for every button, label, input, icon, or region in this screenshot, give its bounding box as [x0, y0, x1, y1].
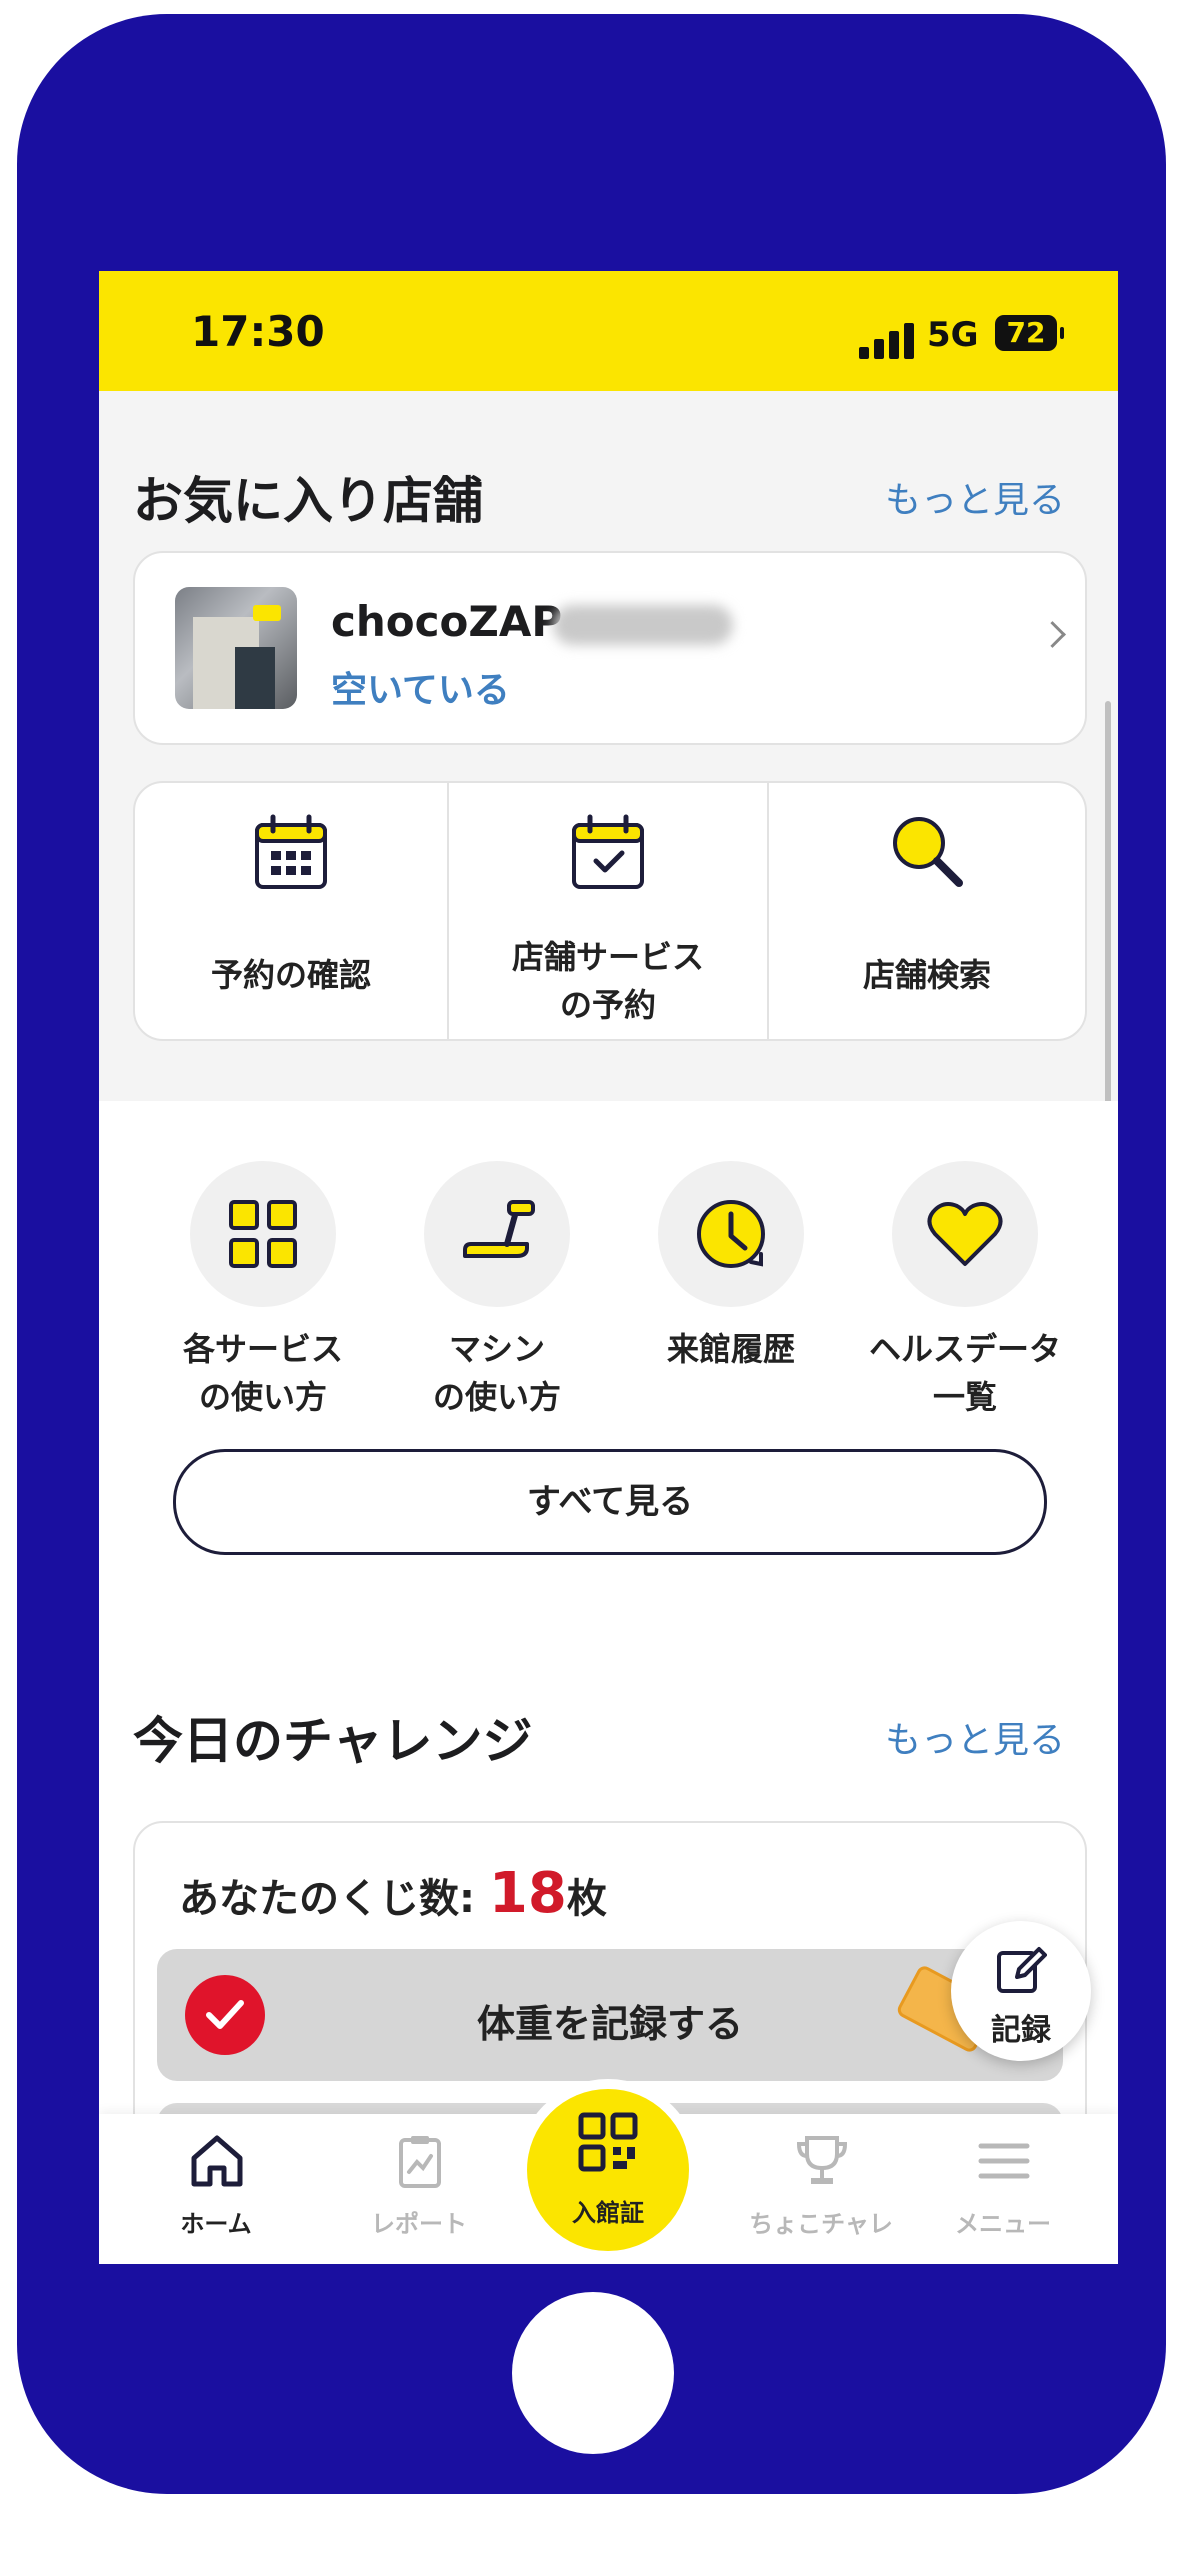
tab-report-label: レポート — [371, 2210, 467, 2238]
heart-icon — [927, 1202, 1003, 1266]
status-bar: 17:30 5G 72 — [99, 271, 1118, 391]
store-photo — [175, 587, 297, 709]
edit-icon — [997, 1947, 1047, 1993]
lottery-prefix: あなたのくじ数: — [179, 1876, 489, 1922]
tab-choco-challenge-label: ちょこチャレ — [749, 2210, 893, 2238]
tab-checkin-label: 入館証 — [572, 2199, 644, 2227]
trophy-icon — [796, 2136, 848, 2184]
machine-howto-button[interactable]: マシン の使い方 — [387, 1161, 607, 1421]
record-weight-task[interactable]: 体重を記録する — [157, 1949, 1063, 2081]
favorites-title: お気に入り店舗 — [133, 472, 483, 530]
treadmill-icon — [463, 1200, 535, 1258]
report-icon — [399, 2136, 441, 2188]
challenge-title: 今日のチャレンジ — [133, 1712, 533, 1770]
record-fab-button[interactable]: 記録 — [951, 1921, 1091, 2061]
store-name: chocoZAP — [331, 597, 563, 646]
scrollbar[interactable] — [1105, 701, 1111, 1131]
device-home-button[interactable] — [512, 2292, 674, 2454]
store-search-label: 店舗検索 — [862, 956, 991, 994]
grid-icon — [229, 1200, 297, 1268]
machine-howto-label: マシン の使い方 — [432, 1330, 561, 1416]
chevron-right-icon — [1039, 621, 1066, 648]
clock-history-icon — [697, 1200, 765, 1268]
service-howto-label: 各サービス の使い方 — [182, 1330, 343, 1416]
calendar-grid-icon — [255, 814, 327, 889]
challenge-more-link[interactable]: もっと見る — [885, 1711, 1065, 1763]
lottery-count: あなたのくじ数: 18枚 — [179, 1861, 607, 1926]
tab-menu[interactable]: メニュー — [903, 2114, 1103, 2264]
reservation-check-button[interactable]: 予約の確認 — [135, 783, 447, 1039]
store-service-reserve-button[interactable]: 店舗サービス の予約 — [447, 783, 767, 1039]
phone-frame: 17:30 5G 72 お気に入り店舗 もっと見る chocoZAP 空いている — [17, 14, 1166, 2494]
store-crowd-status: 空いている — [331, 670, 510, 711]
favorites-more-link[interactable]: もっと見る — [885, 471, 1065, 523]
visit-history-button[interactable]: 来館履歴 — [621, 1161, 841, 1373]
store-service-reserve-label: 店舗サービス の予約 — [511, 938, 704, 1024]
health-data-button[interactable]: ヘルスデータ 一覧 — [855, 1161, 1075, 1421]
tab-home-label: ホーム — [180, 2210, 252, 2238]
lottery-unit: 枚 — [566, 1876, 607, 1922]
signal-icon — [859, 323, 919, 359]
menu-icon — [978, 2143, 1030, 2179]
qr-code-icon — [578, 2112, 638, 2172]
reservation-check-label: 予約の確認 — [210, 956, 371, 994]
calendar-check-icon — [572, 814, 644, 889]
tab-menu-label: メニュー — [955, 2210, 1051, 2238]
visit-history-label: 来館履歴 — [666, 1330, 795, 1368]
health-data-label: ヘルスデータ 一覧 — [868, 1330, 1061, 1416]
service-howto-button[interactable]: 各サービス の使い方 — [153, 1161, 373, 1421]
store-search-button[interactable]: 店舗検索 — [767, 783, 1085, 1039]
home-icon — [191, 2135, 243, 2187]
store-branch-redacted — [553, 605, 733, 645]
status-time: 17:30 — [191, 307, 325, 356]
tab-choco-challenge[interactable]: ちょこチャレ — [721, 2114, 921, 2264]
battery-icon: 72 — [995, 315, 1064, 351]
see-all-button[interactable]: すべて見る — [173, 1449, 1047, 1555]
tab-report[interactable]: レポート — [319, 2114, 519, 2264]
favorite-store-card[interactable]: chocoZAP 空いている — [133, 551, 1087, 745]
record-fab-label: 記録 — [991, 2013, 1051, 2048]
store-actions: 予約の確認 店舗サービス の予約 店舗検索 — [133, 781, 1087, 1041]
lottery-number: 18 — [488, 1861, 567, 1926]
network-label: 5G — [927, 315, 979, 355]
tab-checkin-qr-button[interactable]: 入館証 — [527, 2089, 689, 2251]
tab-home[interactable]: ホーム — [116, 2114, 316, 2264]
magnifier-icon — [893, 817, 963, 887]
app-screen: 17:30 5G 72 お気に入り店舗 もっと見る chocoZAP 空いている — [99, 271, 1118, 2264]
